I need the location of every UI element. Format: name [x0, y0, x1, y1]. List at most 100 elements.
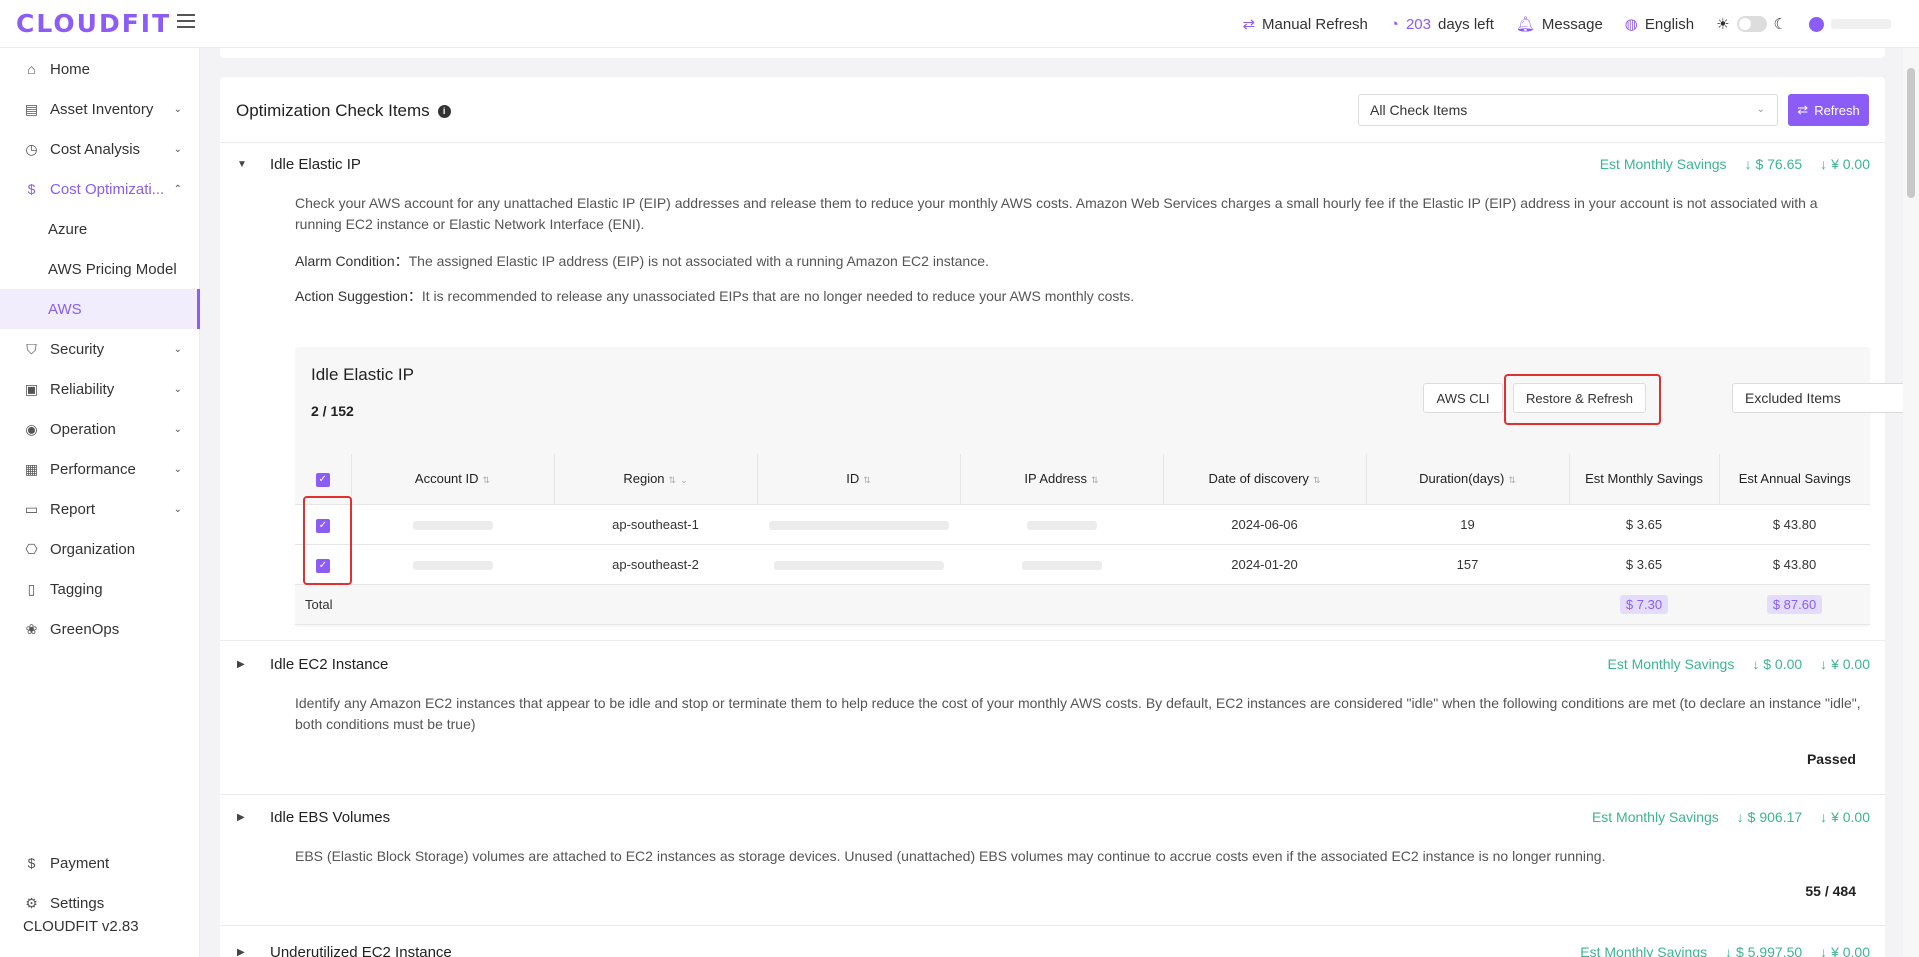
section-header-idle-elastic-ip[interactable]: ▼ Idle Elastic IP Est Monthly Savings ↓ … [220, 145, 1885, 185]
section-description: Identify any Amazon EC2 instances that a… [295, 695, 1861, 732]
total-label: Total [295, 584, 1569, 625]
savings-cny: ↓ ¥ 0.00 [1820, 944, 1870, 957]
column-header: Region [623, 471, 665, 487]
arrow-down-icon: ↓ [1820, 656, 1828, 672]
theme-toggle[interactable] [1736, 16, 1767, 32]
filter-chevron-icon[interactable]: ⌄ [680, 475, 688, 485]
sidebar-item-greenops[interactable]: ❀ GreenOps [0, 609, 200, 649]
section-savings: Est Monthly Savings ↓ $ 906.17 ↓ ¥ 0.00 [1592, 809, 1870, 825]
refresh-button[interactable]: ⇄ Refresh [1788, 94, 1869, 126]
bell-icon: 🔔︎ [1515, 16, 1535, 33]
col-duration[interactable]: Duration(days) ⇅ [1366, 454, 1570, 505]
sidebar-item-cost-analysis[interactable]: ◷ Cost Analysis ⌄ [0, 129, 200, 169]
manual-refresh-button[interactable]: ⇄ Manual Refresh [1242, 15, 1367, 34]
restore-refresh-button[interactable]: Restore & Refresh [1513, 383, 1646, 413]
page-title: Optimization Check Items i [236, 101, 451, 121]
chevron-down-icon: ⌄ [173, 143, 182, 155]
col-ip-address[interactable]: IP Address ⇅ [960, 454, 1164, 505]
savings-cny-value: ¥ 0.00 [1831, 156, 1870, 172]
scrollbar-thumb[interactable] [1907, 68, 1915, 198]
section-title: Underutilized EC2 Instance [270, 944, 452, 957]
section-header-underutilized-ec2[interactable]: ▶ Underutilized EC2 Instance Est Monthly… [220, 933, 1885, 957]
sidebar-item-settings[interactable]: ⚙ Settings [0, 883, 200, 923]
annual-savings-cell: $ 43.80 [1719, 544, 1870, 585]
language-selector[interactable]: ◍ English [1625, 15, 1695, 34]
sidebar-item-home[interactable]: ⌂ Home [0, 49, 200, 89]
moon-icon: ☾ [1773, 16, 1787, 33]
sort-icon[interactable]: ⇅ [1508, 475, 1516, 485]
language-label: English [1644, 15, 1695, 33]
section-description: EBS (Elastic Block Storage) volumes are … [295, 848, 1606, 864]
user-menu[interactable] [1809, 16, 1891, 32]
caret-down-icon[interactable]: ▼ [237, 159, 247, 170]
duration-cell: 19 [1366, 504, 1569, 545]
sidebar-item-reliability[interactable]: ▣ Reliability ⌄ [0, 369, 200, 409]
sidebar-item-report[interactable]: ▭ Report ⌄ [0, 489, 200, 529]
sort-icon[interactable]: ⇅ [1091, 475, 1099, 485]
avatar[interactable] [1809, 16, 1824, 32]
leaf-icon: ❀ [25, 620, 38, 637]
table-header-row: ✓ Account ID ⇅ Region ⇅ ⌄ ID ⇅ IP Address ⇅ D… [295, 454, 1870, 505]
user-name-redacted [1831, 19, 1891, 29]
sidebar-item-cost-optimization[interactable]: $ Cost Optimizati... ⌃ [0, 169, 200, 209]
col-id[interactable]: ID ⇅ [757, 454, 961, 505]
sidebar-subitem-aws[interactable]: AWS [0, 289, 200, 329]
savings-cny: ↓ ¥ 0.00 [1820, 156, 1870, 172]
caret-right-icon[interactable]: ▶ [237, 947, 245, 957]
aws-cli-button[interactable]: AWS CLI [1423, 383, 1503, 413]
section-title: Idle EBS Volumes [270, 809, 391, 826]
sort-icon[interactable]: ⇅ [669, 475, 677, 485]
table-row[interactable]: ✓ ap-southeast-2 2024-01-20 157 $ 3.65 $… [295, 544, 1870, 585]
sort-icon[interactable]: ⇅ [483, 475, 491, 485]
section-header-idle-ebs[interactable]: ▶ Idle EBS Volumes Est Monthly Savings ↓… [220, 798, 1885, 838]
column-header: Date of discovery [1208, 471, 1309, 487]
highlight-box-checkboxes [303, 496, 352, 585]
table-row[interactable]: ✓ ap-southeast-1 2024-06-06 19 $ 3.65 $ … [295, 504, 1870, 545]
sort-icon[interactable]: ⇅ [1313, 475, 1321, 485]
account-id-cell [351, 504, 554, 545]
restore-refresh-label: Restore & Refresh [1526, 390, 1633, 406]
inventory-icon: ▤ [24, 100, 39, 117]
days-left-indicator: ◔ 203 days left [1390, 16, 1494, 33]
sidebar-item-payment[interactable]: $ Payment [0, 843, 200, 883]
logo[interactable]: CLOUDFIT [16, 9, 171, 38]
action-suggestion: Action Suggestion：It is recommended to r… [295, 286, 1865, 307]
col-region[interactable]: Region ⇅ ⌄ [554, 454, 758, 505]
days-left-number: 203 [1405, 15, 1431, 33]
sidebar-subitem-azure[interactable]: Azure [0, 209, 200, 249]
caret-right-icon[interactable]: ▶ [237, 659, 245, 670]
message-button[interactable]: 🔔︎ Message [1515, 15, 1603, 34]
home-icon: ⌂ [27, 61, 36, 77]
panel-title: Idle Elastic IP [311, 365, 414, 384]
savings-usd-value: $ 0.00 [1763, 656, 1803, 672]
savings-usd-value: $ 5,997.50 [1736, 944, 1803, 957]
gauge-icon: ◷ [25, 140, 38, 157]
savings-usd: ↓ $ 0.00 [1752, 656, 1802, 672]
info-icon[interactable]: i [437, 105, 451, 118]
arrow-down-icon: ↓ [1820, 809, 1828, 825]
col-account-id[interactable]: Account ID ⇅ [351, 454, 555, 505]
sort-icon[interactable]: ⇅ [863, 475, 871, 485]
section-header-idle-ec2[interactable]: ▶ Idle EC2 Instance Est Monthly Savings … [220, 645, 1885, 685]
sidebar-item-operation[interactable]: ◉ Operation ⌄ [0, 409, 200, 449]
col-est-annual-savings: Est Annual Savings [1719, 454, 1870, 505]
sidebar-item-performance[interactable]: ▦ Performance ⌄ [0, 449, 200, 489]
select-all-checkbox[interactable]: ✓ [315, 473, 330, 488]
page-scrollbar[interactable] [1903, 48, 1919, 957]
sidebar-subitem-aws-pricing-model[interactable]: AWS Pricing Model [0, 249, 200, 289]
theme-switch[interactable]: ☀ ☾ [1716, 15, 1787, 33]
check-items-filter[interactable]: All Check Items ⌄ [1358, 94, 1778, 126]
excluded-items-select[interactable]: Excluded Items ⌄ [1732, 383, 1919, 413]
savings-cny-value: ¥ 0.00 [1831, 944, 1870, 957]
sidebar-item-security[interactable]: ⛉ Security ⌄ [0, 329, 200, 369]
column-header: Duration(days) [1419, 471, 1505, 487]
sidebar-item-label: Asset Inventory [50, 100, 154, 118]
sidebar-item-organization[interactable]: ⎔ Organization [0, 529, 200, 569]
sidebar-item-tagging[interactable]: ▯ Tagging [0, 569, 200, 609]
caret-right-icon[interactable]: ▶ [237, 812, 245, 823]
menu-toggle-icon[interactable] [177, 14, 195, 32]
col-date-of-discovery[interactable]: Date of discovery ⇅ [1163, 454, 1367, 505]
sidebar-item-label: Security [50, 340, 105, 358]
app-version: CLOUDFIT v2.83 [23, 918, 139, 935]
sidebar-item-asset-inventory[interactable]: ▤ Asset Inventory ⌄ [0, 89, 200, 129]
